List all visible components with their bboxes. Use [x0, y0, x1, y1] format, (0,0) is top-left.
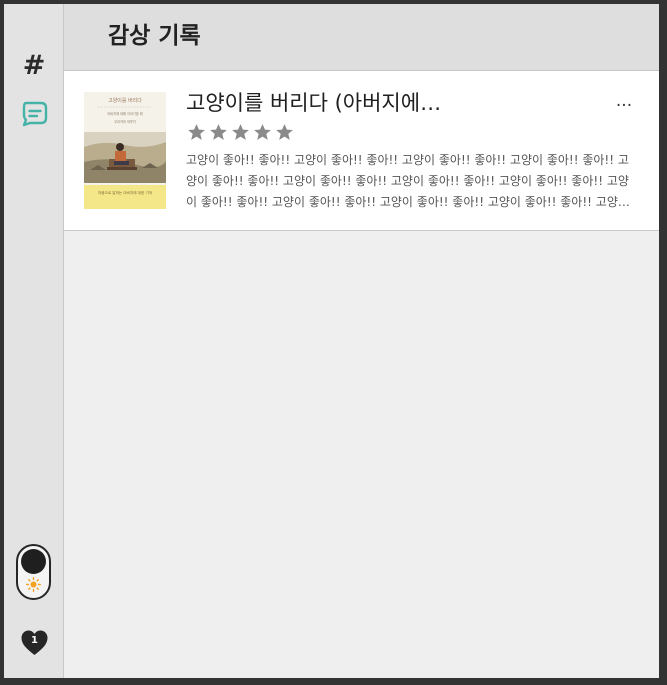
cover-band-text: 처음으로 말하는 아버지에 대한 기억: [98, 190, 152, 195]
star-rating: [187, 123, 294, 143]
theme-toggle[interactable]: [16, 544, 51, 600]
hash-icon: #: [22, 49, 46, 81]
more-options-button[interactable]: ···: [609, 95, 639, 117]
sun-icon: [26, 577, 41, 592]
star-icon: [254, 124, 271, 140]
nav-item-tags[interactable]: #: [21, 49, 47, 81]
nav-item-reviews[interactable]: [21, 99, 49, 127]
cover-title: 고양이를 버리다: [108, 97, 142, 104]
sidebar: # 1: [4, 4, 64, 678]
review-excerpt: 고양이 좋아!! 좋아!! 고양이 좋아!! 좋아!! 고양이 좋아!! 좋아!…: [186, 153, 630, 209]
page-title: 감상 기록: [108, 23, 201, 49]
book-cover-illustration: 고양이를 버리다 아버지에 대해 이야기할 때 무라카미 하루키 처음으로 말하…: [84, 92, 166, 209]
cover-tagline: 무라카미 하루키: [114, 119, 136, 124]
star-icon: [210, 124, 227, 140]
star-icon: [232, 124, 249, 140]
app-window: # 1 감상 기록 고양이를 버리다 아버지에 대해 이야기할 때 무라카미 하…: [4, 4, 659, 678]
star-icon: [188, 124, 205, 140]
star-icon: [276, 124, 293, 140]
book-title: 고양이를 버리다 (아버지에…: [186, 91, 442, 115]
review-card[interactable]: 고양이를 버리다 아버지에 대해 이야기할 때 무라카미 하루키 처음으로 말하…: [64, 71, 659, 231]
page-header: 감상 기록: [64, 4, 659, 71]
toggle-knob: [21, 549, 46, 574]
review-icon: [22, 101, 48, 127]
book-cover: 고양이를 버리다 아버지에 대해 이야기할 때 무라카미 하루키 처음으로 말하…: [84, 92, 166, 209]
like-button[interactable]: 1: [20, 629, 49, 656]
like-count: 1: [31, 635, 38, 646]
cover-blurb: 아버지에 대해 이야기할 때: [107, 111, 142, 116]
